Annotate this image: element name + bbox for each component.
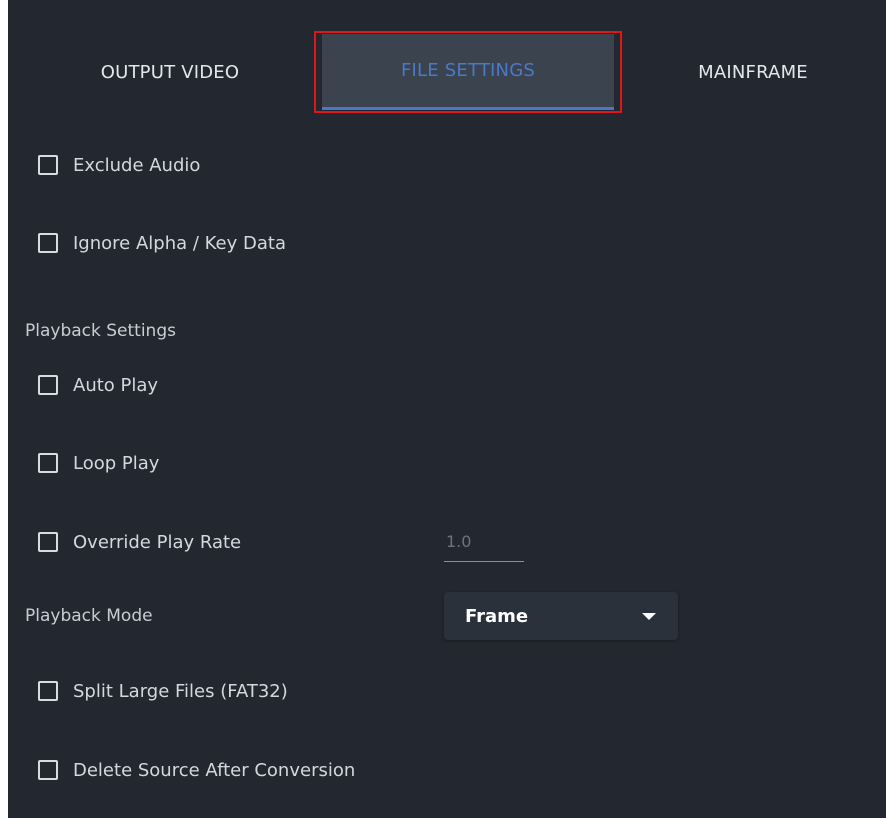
loop-play-label: Loop Play	[73, 452, 160, 474]
delete-source-label: Delete Source After Conversion	[73, 759, 356, 781]
delete-source-checkbox[interactable]	[38, 760, 58, 780]
ignore-alpha-option[interactable]: Ignore Alpha / Key Data	[38, 228, 286, 258]
playback-settings-heading: Playback Settings	[25, 321, 176, 341]
playback-mode-selected: Frame	[465, 605, 529, 627]
playback-mode-dropdown[interactable]: Frame	[444, 592, 678, 640]
tab-file-settings-label: FILE SETTINGS	[400, 60, 535, 81]
exclude-audio-checkbox[interactable]	[38, 155, 58, 175]
tab-file-settings[interactable]: FILE SETTINGS	[322, 34, 614, 110]
override-play-rate-option[interactable]: Override Play Rate	[38, 527, 241, 557]
tab-mainframe[interactable]: MAINFRAME	[620, 34, 886, 110]
play-rate-placeholder: 1.0	[446, 532, 472, 551]
ignore-alpha-checkbox[interactable]	[38, 233, 58, 253]
file-settings-panel: OUTPUT VIDEO FILE SETTINGS MAINFRAME Exc…	[8, 0, 886, 818]
ignore-alpha-label: Ignore Alpha / Key Data	[73, 232, 286, 254]
auto-play-option[interactable]: Auto Play	[38, 370, 158, 400]
loop-play-option[interactable]: Loop Play	[38, 448, 159, 478]
loop-play-checkbox[interactable]	[38, 453, 58, 473]
override-play-rate-checkbox[interactable]	[38, 532, 58, 552]
auto-play-checkbox[interactable]	[38, 375, 58, 395]
auto-play-label: Auto Play	[73, 374, 159, 396]
tab-bar: OUTPUT VIDEO FILE SETTINGS MAINFRAME	[8, 31, 886, 116]
play-rate-input[interactable]: 1.0	[444, 522, 524, 562]
split-large-files-option[interactable]: Split Large Files (FAT32)	[38, 676, 288, 706]
delete-source-option[interactable]: Delete Source After Conversion	[38, 755, 355, 785]
split-large-files-checkbox[interactable]	[38, 681, 58, 701]
split-large-files-label: Split Large Files (FAT32)	[73, 680, 288, 702]
playback-mode-label: Playback Mode	[25, 606, 153, 626]
exclude-audio-option[interactable]: Exclude Audio	[38, 150, 200, 180]
exclude-audio-label: Exclude Audio	[73, 154, 201, 176]
chevron-down-icon	[642, 612, 656, 620]
override-play-rate-label: Override Play Rate	[73, 531, 242, 553]
tab-output-video[interactable]: OUTPUT VIDEO	[20, 34, 320, 110]
tab-mainframe-label: MAINFRAME	[698, 61, 808, 83]
tab-output-video-label: OUTPUT VIDEO	[100, 61, 240, 83]
